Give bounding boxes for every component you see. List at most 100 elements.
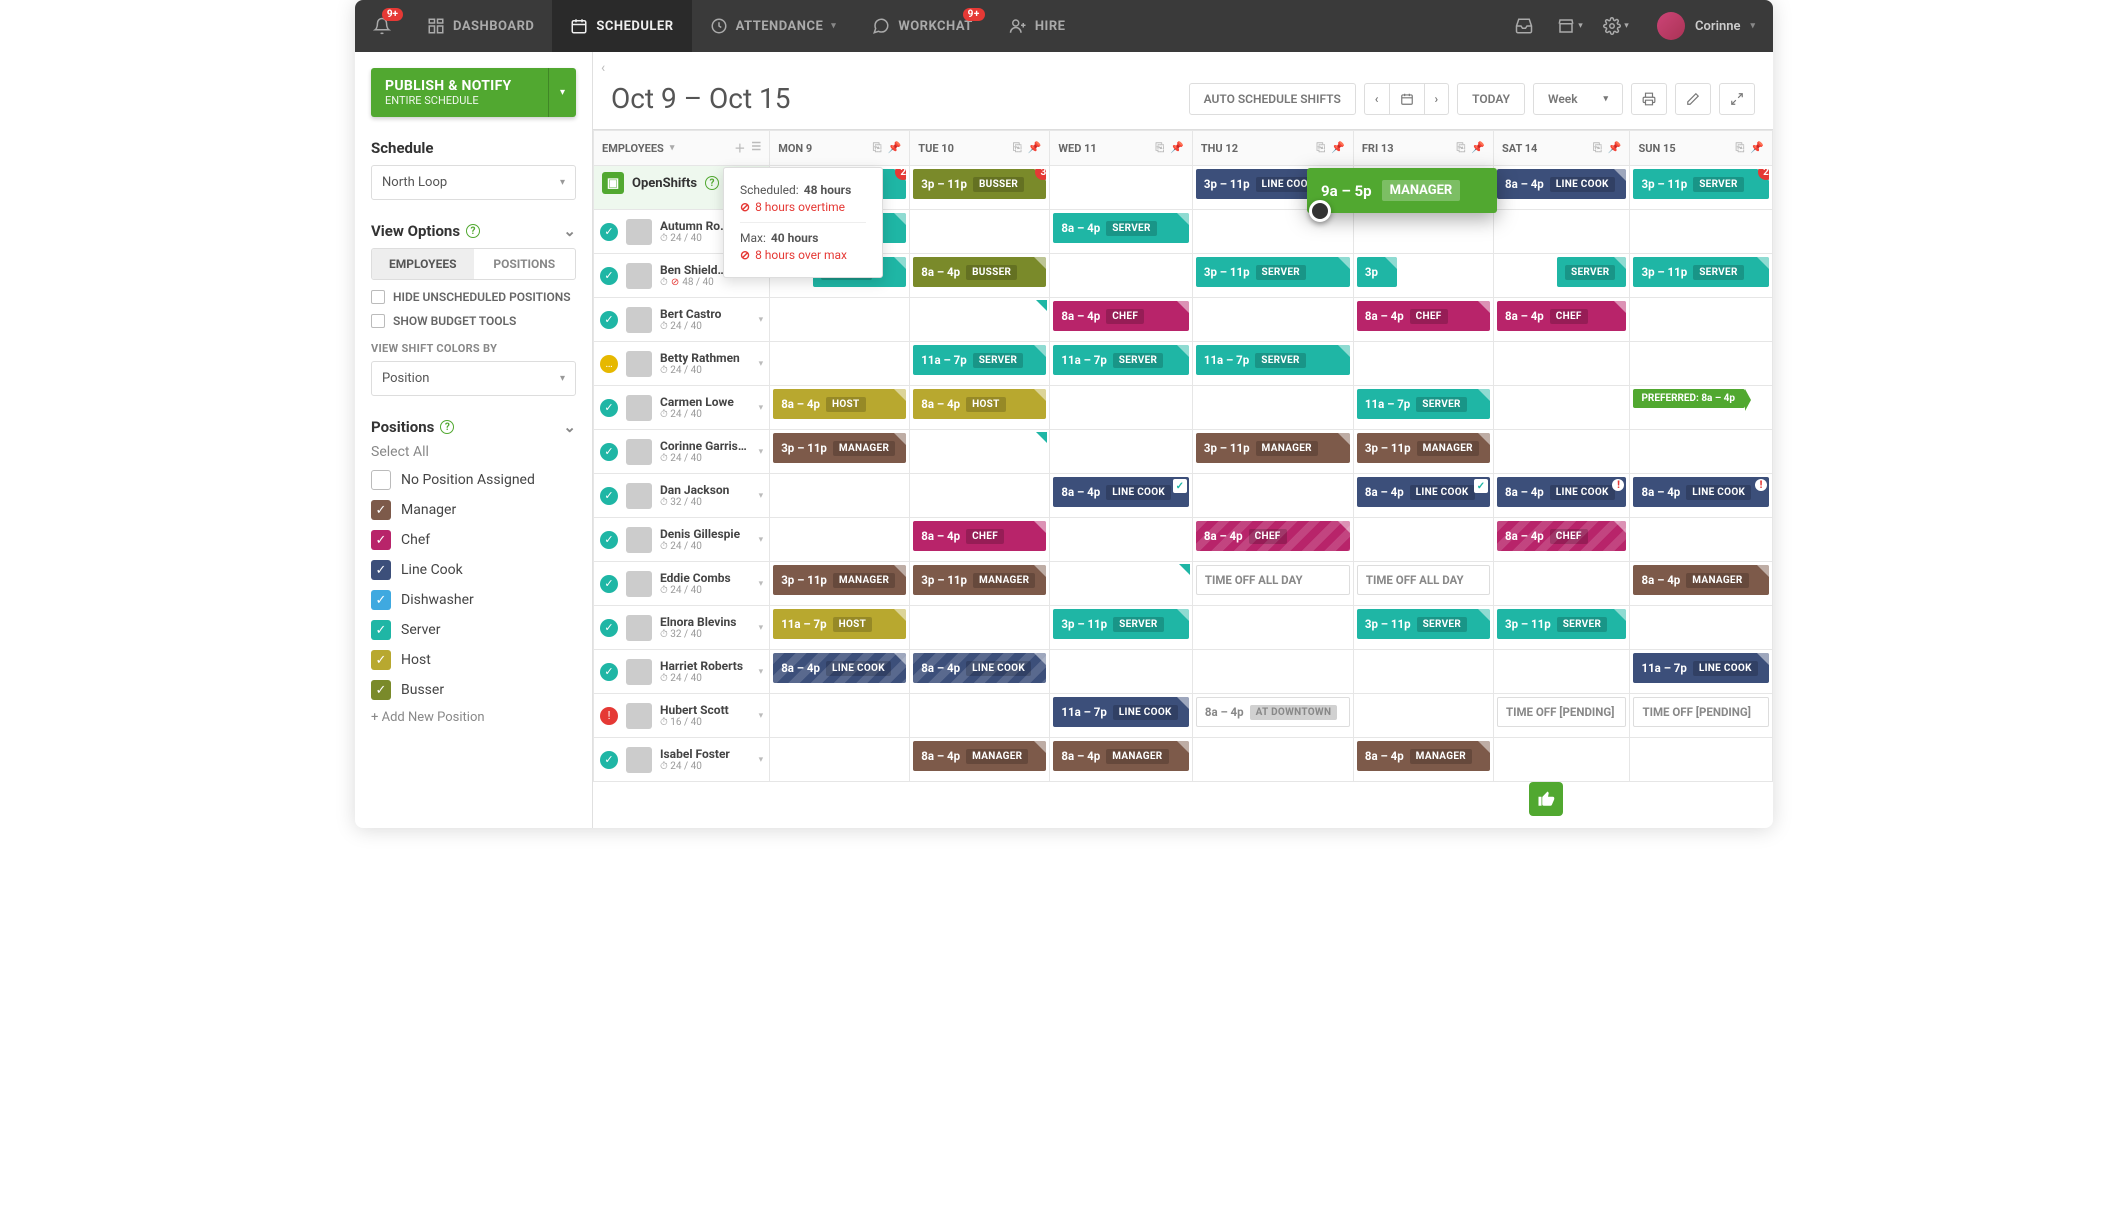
schedule-cell[interactable]: 8a – 4pCHEF (1193, 518, 1353, 561)
shift-block[interactable]: 8a – 4pMANAGER (1053, 741, 1188, 771)
add-position-link[interactable]: + Add New Position (371, 710, 576, 725)
schedule-cell[interactable] (1050, 562, 1191, 605)
pin-icon[interactable]: 📌 (1471, 141, 1485, 155)
dragging-shift[interactable]: 9a – 5pMANAGER (1307, 168, 1497, 213)
shift-block[interactable]: 8a – 4pCHEF (1357, 301, 1490, 331)
shift-block[interactable]: 3p – 11pSERVER (1497, 609, 1627, 639)
pin-icon[interactable]: 📌 (888, 141, 902, 155)
schedule-cell[interactable] (1630, 518, 1772, 561)
schedule-cell[interactable]: 3p – 11pSERVER (1193, 254, 1353, 297)
schedule-cell[interactable]: TIME OFF ALL DAY (1354, 562, 1493, 605)
schedule-cell[interactable] (770, 518, 909, 561)
pin-icon[interactable]: 📌 (1331, 141, 1345, 155)
view-options-heading[interactable]: View Options ?⌄ (371, 222, 576, 240)
copy-day-icon[interactable]: ⎘ (1013, 141, 1022, 155)
checkbox-option[interactable]: HIDE UNSCHEDULED POSITIONS (371, 290, 576, 304)
notifications-bell[interactable]: 9+ (355, 0, 409, 52)
schedule-cell[interactable] (1193, 298, 1353, 341)
shift-block[interactable]: 8a – 4pLINE COOK (913, 653, 1046, 683)
shift-block[interactable]: 3p – 11pMANAGER (1357, 433, 1490, 463)
pin-icon[interactable]: 📌 (1750, 141, 1764, 155)
schedule-cell[interactable]: 8a – 4pLINE COOK (770, 650, 909, 693)
schedule-cell[interactable]: 8a – 4pHOST (770, 386, 909, 429)
schedule-cell[interactable] (770, 694, 909, 737)
employee-cell[interactable]: …Betty Rathmen⏱ 24 / 40▾ (594, 342, 769, 385)
schedule-cell[interactable]: 11a – 7pSERVER (1193, 342, 1353, 385)
shift-block[interactable]: 8a – 4pHOST (773, 389, 906, 419)
chevron-down-icon[interactable]: ⌄ (563, 222, 576, 240)
schedule-cell[interactable]: 8a – 4pLINE COOK✓ (1354, 474, 1493, 517)
shift-block[interactable]: 8a – 4pMANAGER (913, 741, 1046, 771)
schedule-cell[interactable] (1193, 386, 1353, 429)
pin-icon[interactable]: 📌 (1608, 141, 1622, 155)
shift-block[interactable]: 3p – 11pBUSSER3 (913, 169, 1046, 199)
filter-icon[interactable]: ☰ (751, 140, 761, 156)
schedule-cell[interactable]: 8a – 4pCHEF (910, 518, 1049, 561)
back-button[interactable]: ‹ (593, 52, 1773, 76)
employee-cell[interactable]: ✓Harriet Roberts⏱ 24 / 40▾ (594, 650, 769, 693)
schedule-cell[interactable]: 3p (1354, 254, 1493, 297)
schedule-cell[interactable] (1630, 210, 1772, 253)
shift-block[interactable]: 11a – 7pSERVER (913, 345, 1046, 375)
shift-block[interactable]: 8a – 4pBUSSER (913, 257, 1046, 287)
shift-block[interactable]: TIME OFF ALL DAY (1357, 565, 1490, 595)
schedule-cell[interactable] (1193, 606, 1353, 649)
schedule-cell[interactable] (1354, 342, 1493, 385)
shift-block[interactable]: 8a – 4pMANAGER (1633, 565, 1769, 595)
prev-button[interactable]: ‹ (1364, 83, 1390, 115)
schedule-cell[interactable]: TIME OFF ALL DAY (1193, 562, 1353, 605)
schedule-cell[interactable]: 8a – 4pBUSSER (910, 254, 1049, 297)
employee-cell[interactable]: ✓Denis Gillespie⏱ 24 / 40▾ (594, 518, 769, 561)
shift-block[interactable]: 3p – 11pSERVER (1357, 609, 1490, 639)
position-filter[interactable]: ✓Busser (371, 680, 576, 700)
schedule-cell[interactable] (1354, 518, 1493, 561)
shift-block[interactable]: 8a – 4pLINE COOK (773, 653, 906, 683)
shift-block[interactable]: 3p – 11pMANAGER (1196, 433, 1350, 463)
shift-block[interactable]: 8a – 4pLINE COOK! (1633, 477, 1769, 507)
schedule-cell[interactable] (1630, 738, 1772, 781)
schedule-cell[interactable] (1050, 254, 1191, 297)
checkbox-option[interactable]: SHOW BUDGET TOOLS (371, 314, 576, 328)
schedule-cell[interactable] (1354, 694, 1493, 737)
schedule-cell[interactable]: 8a – 4pLINE COOK! (1494, 474, 1630, 517)
schedule-cell[interactable]: 3p – 11pSERVER (1494, 606, 1630, 649)
copy-day-icon[interactable]: ⎘ (1456, 141, 1465, 155)
schedule-cell[interactable]: SERVER (1494, 254, 1630, 297)
schedule-cell[interactable]: 8a – 4pSERVER (1050, 210, 1191, 253)
pin-icon[interactable]: 📌 (1028, 141, 1042, 155)
schedule-cell[interactable]: 8a – 4pAT DOWNTOWN (1193, 694, 1353, 737)
shift-block[interactable]: 3p (1357, 257, 1397, 287)
schedule-cell[interactable]: 11a – 7pSERVER (1354, 386, 1493, 429)
employee-cell[interactable]: ✓Carmen Lowe⏱ 24 / 40▾ (594, 386, 769, 429)
schedule-cell[interactable]: 3p – 11pMANAGER (770, 430, 909, 473)
schedule-cell[interactable]: 3p – 11pSERVER (1050, 606, 1191, 649)
inbox-icon[interactable] (1501, 0, 1547, 52)
schedule-cell[interactable] (1630, 430, 1772, 473)
schedule-cell[interactable]: PREFERRED: 8a – 4p (1630, 386, 1772, 429)
shift-block[interactable]: 8a – 4pLINE COOK! (1497, 477, 1627, 507)
schedule-cell[interactable]: 8a – 4pLINE COOK (910, 650, 1049, 693)
schedule-cell[interactable] (770, 298, 909, 341)
position-filter[interactable]: ✓Server (371, 620, 576, 640)
schedule-cell[interactable] (910, 606, 1049, 649)
schedule-cell[interactable] (1494, 210, 1630, 253)
schedule-cell[interactable] (1050, 518, 1191, 561)
range-select[interactable]: Week▾ (1533, 83, 1623, 115)
schedule-select[interactable]: North Loop▾ (371, 165, 576, 200)
shift-block[interactable]: 3p – 11pMANAGER (773, 565, 906, 595)
schedule-cell[interactable]: 8a – 4pLINE COOK! (1630, 474, 1772, 517)
schedule-cell[interactable]: 3p – 11pMANAGER (910, 562, 1049, 605)
schedule-cell[interactable] (910, 298, 1049, 341)
employee-cell[interactable]: ✓Bert Castro⏱ 24 / 40▾ (594, 298, 769, 341)
shift-block[interactable]: TIME OFF ALL DAY (1196, 565, 1350, 595)
shift-block[interactable]: 8a – 4pCHEF (1053, 301, 1188, 331)
schedule-cell[interactable] (1630, 298, 1772, 341)
copy-day-icon[interactable]: ⎘ (1155, 141, 1164, 155)
shift-block[interactable]: TIME OFF [PENDING] (1633, 697, 1769, 727)
schedule-cell[interactable] (1494, 650, 1630, 693)
chevron-down-icon[interactable]: ⌄ (563, 418, 576, 436)
shift-block[interactable]: 8a – 4pCHEF (1196, 521, 1350, 551)
schedule-cell[interactable]: 8a – 4pCHEF (1494, 518, 1630, 561)
copy-day-icon[interactable]: ⎘ (873, 141, 882, 155)
shift-block[interactable]: 11a – 7pLINE COOK (1053, 697, 1188, 727)
